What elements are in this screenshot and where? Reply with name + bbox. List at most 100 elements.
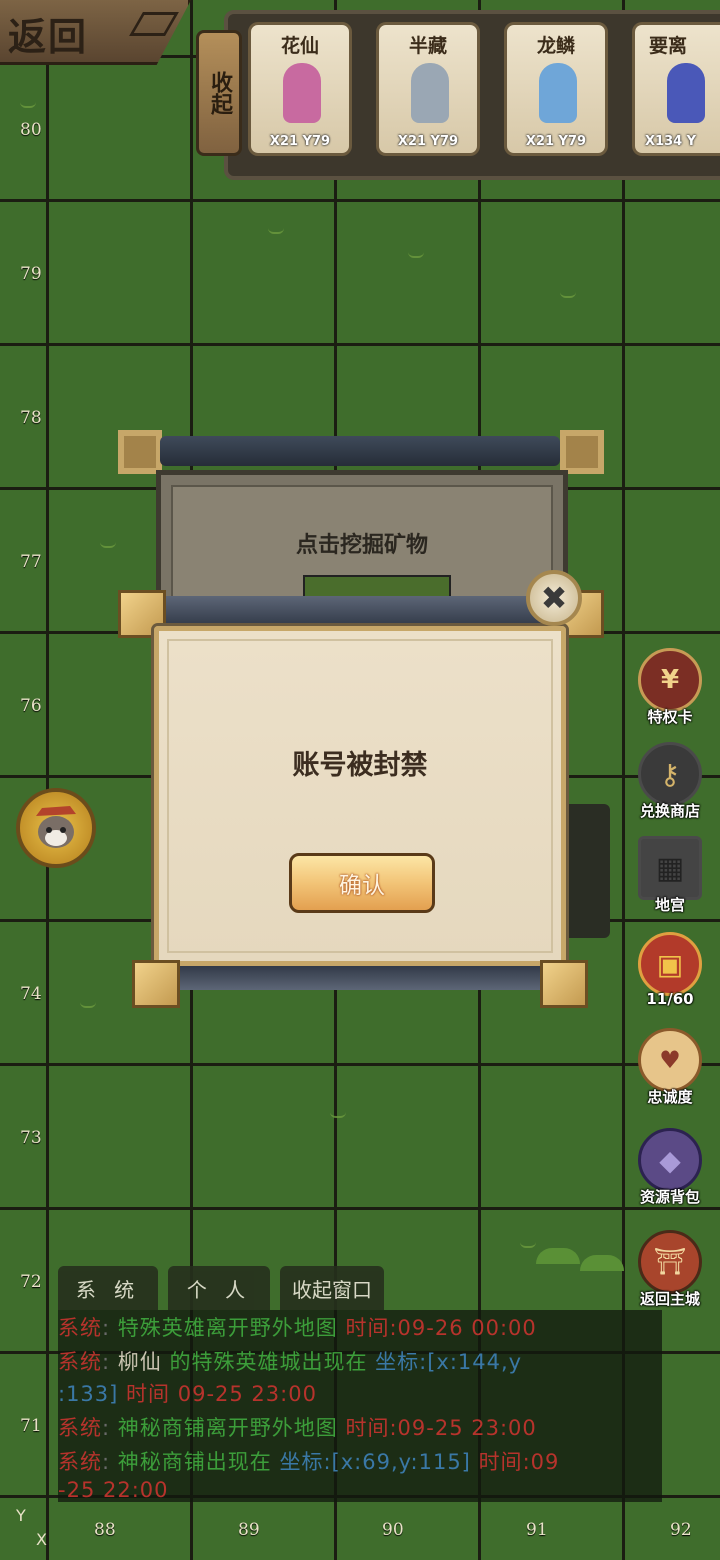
grass-tuft [408,250,424,258]
collapse-chat-button[interactable]: 收起窗口 [280,1266,384,1310]
exchange-shop-button[interactable]: ⚷ 兑换商店 [634,742,706,821]
hero-coord: X21 Y79 [269,134,331,149]
axis-y-label: Y [16,1506,26,1525]
x-label: 92 [670,1520,692,1540]
cat-hero-icon [36,806,76,848]
chat-log: 系统: 特殊英雄离开野外地图 时间:09-26 00:00 系统: 柳仙 的特殊… [58,1310,662,1502]
chat-time-label: 时间 [345,1416,390,1440]
chat-body: 的特殊英雄城出现在 [169,1350,368,1374]
chat-coord[interactable]: :[x:69,y:115] [323,1450,470,1474]
side-label: 返回主城 [639,1290,700,1308]
y-label: 73 [20,1128,42,1148]
dialog-top-rail [150,596,570,626]
dialog-bottom-rail [150,966,570,990]
hero-card[interactable]: 半藏 X21 Y79 [376,22,480,156]
dungeon-button[interactable]: ▦ 地宫 [634,836,706,915]
y-label: 72 [20,1272,42,1292]
chat-coord-label: 坐标 [279,1450,324,1474]
collapse-hero-list-button[interactable]: 收起 [196,30,242,156]
axis-x-label: X [36,1530,47,1549]
chat-time-label: 时间 [345,1316,390,1340]
x-label: 90 [382,1520,404,1540]
chat-message: 系统: 柳仙 的特殊英雄城出现在 坐标:[x:144,y [58,1346,522,1376]
dialog-corner-ornament [132,960,180,1008]
chat-prefix: 系统 [58,1316,102,1340]
panel-corner-ornament [560,430,604,474]
hero-card[interactable]: 要离 X134 Y [632,22,720,156]
confirm-button[interactable]: 确认 [289,853,435,913]
side-label: 11/60 [646,990,694,1008]
y-label: 76 [20,696,42,716]
side-label: 资源背包 [639,1188,700,1206]
chat-coord[interactable]: :133] [58,1382,118,1406]
chat-time: 09-25 23:00 [177,1382,317,1406]
hero-card[interactable]: 花仙 X21 Y79 [248,22,352,156]
grass-tuft [100,540,116,548]
hero-coord: X21 Y79 [397,134,459,149]
x-label: 91 [526,1520,548,1540]
chat-time-label: 时间 [126,1382,171,1406]
grass-hill [580,1255,624,1271]
chat-prefix: 系统 [58,1416,102,1440]
side-label: 兑换商店 [639,802,700,820]
chat-time: :09 [522,1450,560,1474]
chat-prefix: 系统 [58,1350,102,1374]
ban-dialog: 账号被封禁 确认 [154,626,566,966]
close-icon: ✖ [540,579,568,617]
chat-coord-label: 坐标 [375,1350,420,1374]
panel-side-shadow [568,804,610,938]
y-label: 71 [20,1416,42,1436]
chat-sep: : [102,1350,111,1374]
chat-body: 神秘商铺出现在 [117,1450,272,1474]
chat-sep: : [102,1416,111,1440]
hero-name: 龙鳞 [536,35,575,57]
chat-tab-system[interactable]: 系 统 [58,1266,158,1310]
y-label: 79 [20,264,42,284]
grass-hill [536,1248,580,1264]
resource-bag-button[interactable]: ◆ 资源背包 [634,1128,706,1207]
y-label: 80 [20,120,42,140]
treasure-chest-button[interactable]: ▣ 11/60 [634,932,706,1008]
dialog-message: 账号被封禁 [292,750,428,781]
side-label: 特权卡 [647,708,693,726]
hero-portrait-icon [667,63,705,123]
chat-time-label: 时间 [478,1450,523,1474]
grass-tuft [80,1000,96,1008]
return-city-button[interactable]: ⛩ 返回主城 [634,1230,706,1309]
hero-name: 花仙 [280,35,319,57]
close-dialog-button[interactable]: ✖ [526,570,582,626]
loyalty-icon: ♥ [638,1028,702,1092]
chat-prefix: 系统 [58,1450,102,1474]
hero-portrait-icon [283,63,321,123]
grass-tuft [520,1240,536,1248]
exchange-shop-icon: ⚷ [638,742,702,806]
treasure-chest-icon: ▣ [638,932,702,996]
hero-name: 半藏 [408,35,447,57]
chat-tab-personal[interactable]: 个 人 [168,1266,270,1310]
mining-panel-title: 点击挖掘矿物 [295,533,428,558]
resource-bag-icon: ◆ [638,1128,702,1192]
hero-card[interactable]: 龙鳞 X21 Y79 [504,22,608,156]
return-city-icon: ⛩ [638,1230,702,1294]
chat-time: :09-26 00:00 [389,1316,537,1340]
chat-body: 神秘商铺离开野外地图 [117,1416,338,1440]
privilege-card-button[interactable]: ¥ 特权卡 [634,648,706,727]
player-avatar[interactable] [16,788,96,868]
hero-name: 要离 [649,35,688,57]
y-label: 77 [20,552,42,572]
loyalty-button[interactable]: ♥ 忠诚度 [634,1028,706,1107]
chat-message-cont: :133] 时间 09-25 23:00 [58,1378,317,1408]
chat-time: :09-25 23:00 [389,1416,537,1440]
hero-coord: X21 Y79 [525,134,587,149]
x-label: 88 [94,1520,116,1540]
chat-body: 特殊英雄离开野外地图 [117,1316,338,1340]
privilege-card-icon: ¥ [638,648,702,712]
chat-message: 系统: 神秘商铺出现在 坐标:[x:69,y:115] 时间:09 [58,1446,559,1476]
chat-coord[interactable]: :[x:144,y [419,1350,522,1374]
chat-sep: : [102,1316,111,1340]
hero-coord: X134 Y [645,134,697,149]
chat-message: 系统: 特殊英雄离开野外地图 时间:09-26 00:00 [58,1312,537,1342]
back-ornament-icon [129,12,179,36]
panel-top-rail [160,436,560,466]
chat-player-name: 柳仙 [117,1350,162,1374]
